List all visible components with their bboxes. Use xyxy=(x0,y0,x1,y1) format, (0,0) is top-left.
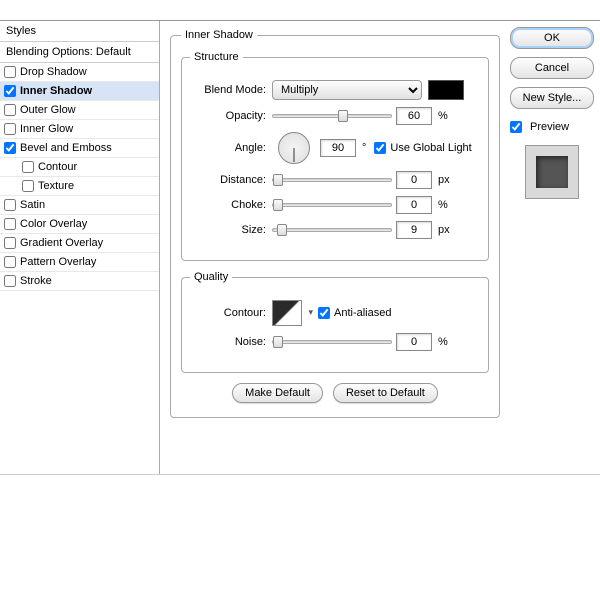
reset-default-button[interactable]: Reset to Default xyxy=(333,383,438,403)
preview-thumbnail xyxy=(525,145,579,199)
size-slider[interactable] xyxy=(272,223,392,237)
style-checkbox[interactable] xyxy=(4,218,16,230)
style-label: Outer Glow xyxy=(20,104,76,116)
new-style-button[interactable]: New Style... xyxy=(510,87,594,109)
style-label: Pattern Overlay xyxy=(20,256,96,268)
size-input[interactable] xyxy=(396,221,432,239)
quality-fieldset: Quality Contour: Anti-aliased Noise: % xyxy=(181,271,489,373)
style-row-inner-shadow[interactable]: Inner Shadow xyxy=(0,82,159,101)
style-checkbox[interactable] xyxy=(4,199,16,211)
choke-unit: % xyxy=(438,199,448,211)
style-label: Drop Shadow xyxy=(20,66,87,78)
style-label: Inner Shadow xyxy=(20,85,92,97)
layer-style-dialog: Styles Blending Options: Default Drop Sh… xyxy=(0,20,600,475)
size-label: Size: xyxy=(190,224,272,236)
style-label: Gradient Overlay xyxy=(20,237,103,249)
distance-slider[interactable] xyxy=(272,173,392,187)
shadow-color-swatch[interactable] xyxy=(428,80,464,100)
style-row-inner-glow[interactable]: Inner Glow xyxy=(0,120,159,139)
inner-shadow-fieldset: Inner Shadow Structure Blend Mode: Multi… xyxy=(170,29,500,418)
style-checkbox[interactable] xyxy=(22,161,34,173)
blending-options-row[interactable]: Blending Options: Default xyxy=(0,42,159,63)
distance-input[interactable] xyxy=(396,171,432,189)
contour-picker[interactable] xyxy=(272,300,302,326)
style-checkbox[interactable] xyxy=(4,275,16,287)
choke-label: Choke: xyxy=(190,199,272,211)
contour-label: Contour: xyxy=(190,307,272,319)
quality-legend: Quality xyxy=(190,271,232,283)
opacity-label: Opacity: xyxy=(190,110,272,122)
style-row-color-overlay[interactable]: Color Overlay xyxy=(0,215,159,234)
style-row-pattern-overlay[interactable]: Pattern Overlay xyxy=(0,253,159,272)
style-label: Inner Glow xyxy=(20,123,73,135)
noise-input[interactable] xyxy=(396,333,432,351)
dialog-buttons: OK Cancel New Style... Preview xyxy=(510,21,600,474)
styles-header: Styles xyxy=(0,21,159,42)
style-checkbox[interactable] xyxy=(4,104,16,116)
blend-mode-label: Blend Mode: xyxy=(190,84,272,96)
style-row-drop-shadow[interactable]: Drop Shadow xyxy=(0,63,159,82)
style-row-gradient-overlay[interactable]: Gradient Overlay xyxy=(0,234,159,253)
opacity-slider[interactable] xyxy=(272,109,392,123)
style-label: Satin xyxy=(20,199,45,211)
cancel-button[interactable]: Cancel xyxy=(510,57,594,79)
styles-sidebar: Styles Blending Options: Default Drop Sh… xyxy=(0,21,160,474)
distance-unit: px xyxy=(438,174,450,186)
style-checkbox[interactable] xyxy=(4,123,16,135)
opacity-input[interactable] xyxy=(396,107,432,125)
settings-panel: Inner Shadow Structure Blend Mode: Multi… xyxy=(160,21,510,474)
noise-label: Noise: xyxy=(190,336,272,348)
style-label: Texture xyxy=(38,180,74,192)
noise-unit: % xyxy=(438,336,448,348)
ok-button[interactable]: OK xyxy=(510,27,594,49)
style-checkbox[interactable] xyxy=(4,256,16,268)
angle-unit: ° xyxy=(362,142,366,154)
style-row-outer-glow[interactable]: Outer Glow xyxy=(0,101,159,120)
antialiased-label: Anti-aliased xyxy=(334,307,391,319)
style-checkbox[interactable] xyxy=(4,237,16,249)
opacity-unit: % xyxy=(438,110,448,122)
style-row-texture[interactable]: Texture xyxy=(0,177,159,196)
style-label: Stroke xyxy=(20,275,52,287)
choke-input[interactable] xyxy=(396,196,432,214)
angle-dial[interactable] xyxy=(278,132,310,164)
style-row-contour[interactable]: Contour xyxy=(0,158,159,177)
choke-slider[interactable] xyxy=(272,198,392,212)
style-checkbox[interactable] xyxy=(4,66,16,78)
noise-slider[interactable] xyxy=(272,335,392,349)
style-label: Color Overlay xyxy=(20,218,87,230)
style-row-satin[interactable]: Satin xyxy=(0,196,159,215)
global-light-checkbox[interactable] xyxy=(374,142,386,154)
style-row-stroke[interactable]: Stroke xyxy=(0,272,159,291)
panel-title: Inner Shadow xyxy=(181,29,257,41)
preview-label: Preview xyxy=(530,121,569,133)
structure-fieldset: Structure Blend Mode: Multiply Opacity: … xyxy=(181,51,489,261)
style-label: Contour xyxy=(38,161,77,173)
style-checkbox[interactable] xyxy=(22,180,34,192)
global-light-label: Use Global Light xyxy=(390,142,471,154)
styles-list: Drop Shadow Inner Shadow Outer Glow Inner G… xyxy=(0,63,159,291)
style-label: Bevel and Emboss xyxy=(20,142,112,154)
size-unit: px xyxy=(438,224,450,236)
make-default-button[interactable]: Make Default xyxy=(232,383,323,403)
angle-label: Angle: xyxy=(190,142,272,154)
angle-input[interactable] xyxy=(320,139,356,157)
preview-checkbox[interactable] xyxy=(510,121,522,133)
style-checkbox[interactable] xyxy=(4,142,16,154)
style-row-bevel-and-emboss[interactable]: Bevel and Emboss xyxy=(0,139,159,158)
antialiased-checkbox[interactable] xyxy=(318,307,330,319)
structure-legend: Structure xyxy=(190,51,243,63)
blend-mode-select[interactable]: Multiply xyxy=(272,80,422,100)
distance-label: Distance: xyxy=(190,174,272,186)
style-checkbox[interactable] xyxy=(4,85,16,97)
